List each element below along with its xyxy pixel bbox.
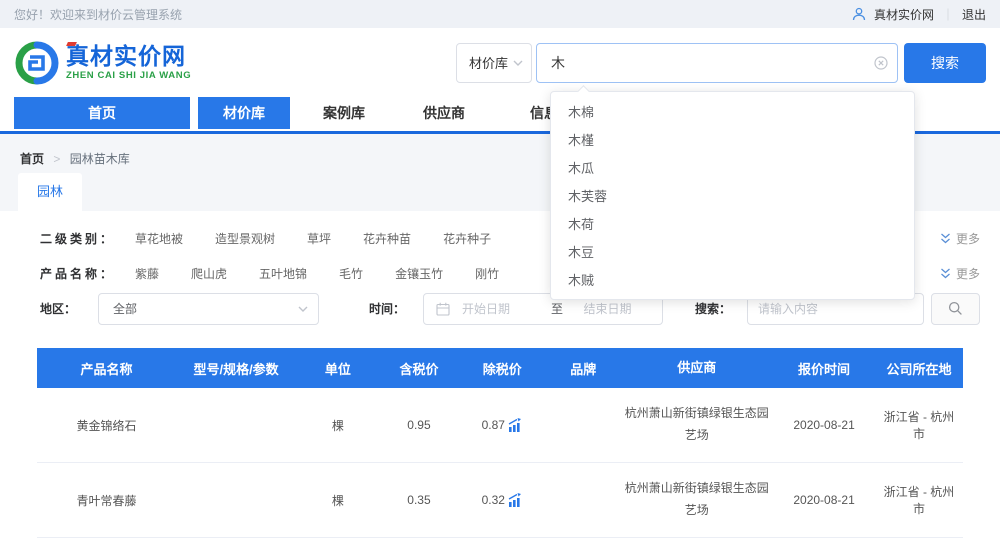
category-option[interactable]: 草花地被 (135, 230, 183, 247)
col-header-price-with-tax: 含税价 (380, 359, 459, 378)
cell-quote-date: 2020-08-21 (773, 493, 875, 507)
header-search-area: 材价库 搜索 (456, 43, 986, 83)
category-filter-label: 二级类别： (40, 230, 135, 247)
product-option[interactable]: 五叶地锦 (259, 265, 307, 282)
col-header-company-location: 公司所在地 (875, 359, 963, 378)
cell-supplier: 杭州萧山新街镇绿银生态园艺场 (620, 478, 773, 521)
suggestion-item[interactable]: 木槿 (551, 127, 914, 155)
clear-input-icon[interactable] (874, 56, 888, 70)
keyword-search-label: 搜索： (695, 300, 731, 317)
table-row[interactable]: 青叶常春藤 棵 0.35 0.32 杭州萧山新街镇绿银生态园艺场 (37, 463, 963, 538)
product-more-button[interactable]: 更多 (940, 265, 980, 282)
logo-subtitle: ZHEN CAI SHI JIA WANG (66, 70, 191, 81)
cell-company-location: 浙江省 - 杭州市 (875, 408, 963, 442)
product-option[interactable]: 紫藤 (135, 265, 159, 282)
suggestion-item[interactable]: 木棉 (551, 99, 914, 127)
logout-link[interactable]: 退出 (962, 6, 986, 23)
suggestion-item[interactable]: 木瓜 (551, 155, 914, 183)
cell-product-name: 青叶常春藤 (37, 492, 176, 509)
topbar: 您好！欢迎来到材价云管理系统 真材实价网 ｜ 退出 (0, 0, 1000, 28)
logo-mark-icon (14, 40, 60, 86)
header: 真材实价网 ZHEN CAI SHI JIA WANG 材价库 搜索 (0, 28, 1000, 97)
suggestion-item[interactable]: 木荷 (551, 211, 914, 239)
nav-item-case-library[interactable]: 案例库 (298, 97, 390, 129)
region-value: 全部 (113, 300, 137, 317)
tab-garden[interactable]: 园林 (18, 173, 82, 211)
col-header-price-without-tax: 除税价 (458, 359, 546, 378)
search-button[interactable]: 搜索 (904, 43, 986, 83)
table-row[interactable]: 黄金锦络石 棵 0.95 0.87 杭州萧山新街镇绿银生态园艺场 (37, 388, 963, 463)
breadcrumb-separator: > (53, 152, 60, 166)
calendar-icon (436, 302, 450, 316)
keyword-search-button[interactable] (931, 293, 980, 325)
search-category-select[interactable]: 材价库 (456, 43, 532, 83)
cell-price-without-tax: 0.87 (458, 418, 546, 433)
cell-quote-date: 2020-08-21 (773, 418, 875, 432)
suggestion-item[interactable]: 木芙蓉 (551, 183, 914, 211)
region-label: 地区： (40, 300, 76, 317)
nav-item-price-library[interactable]: 材价库 (198, 97, 290, 129)
price-trend-icon[interactable] (508, 418, 523, 433)
logo-title: 真材实价网 (66, 45, 191, 68)
time-label: 时间： (369, 300, 405, 317)
product-filter-label: 产品名称： (40, 265, 135, 282)
product-option[interactable]: 刚竹 (475, 265, 499, 282)
logo-text: 真材实价网 ZHEN CAI SHI JIA WANG (66, 45, 191, 81)
site-home-link[interactable]: 真材实价网 (874, 6, 934, 23)
topbar-divider: ｜ (942, 6, 954, 23)
cell-price-without-tax: 0.32 (458, 493, 546, 508)
col-header-unit: 单位 (296, 359, 379, 378)
product-option[interactable]: 爬山虎 (191, 265, 227, 282)
search-input-wrap (536, 43, 898, 83)
col-header-brand: 品牌 (546, 359, 620, 378)
cell-price-with-tax: 0.35 (380, 493, 459, 507)
col-header-quote-date: 报价时间 (773, 359, 875, 378)
double-chevron-down-icon (940, 268, 951, 279)
cell-company-location: 浙江省 - 杭州市 (875, 483, 963, 517)
cell-unit: 棵 (296, 492, 379, 509)
chevron-down-icon (513, 60, 523, 66)
product-option[interactable]: 毛竹 (339, 265, 363, 282)
breadcrumb-current: 园林苗木库 (70, 152, 130, 166)
magnifier-icon (948, 301, 963, 316)
product-option[interactable]: 金镶玉竹 (395, 265, 443, 282)
col-header-supplier: 供应商 (620, 356, 773, 379)
topbar-user-area: 真材实价网 ｜ 退出 (852, 6, 986, 23)
user-icon (852, 7, 866, 21)
category-option[interactable]: 花卉种子 (443, 230, 491, 247)
col-header-spec: 型号/规格/参数 (176, 359, 296, 378)
nav-item-suppliers[interactable]: 供应商 (398, 97, 490, 129)
start-date-input[interactable]: 开始日期 (450, 300, 551, 317)
logo-red-accent (66, 42, 77, 46)
price-trend-icon[interactable] (508, 493, 523, 508)
cell-unit: 棵 (296, 417, 379, 434)
breadcrumb-home[interactable]: 首页 (20, 152, 44, 166)
category-option[interactable]: 造型景观树 (215, 230, 275, 247)
end-date-input[interactable]: 结束日期 (563, 300, 652, 317)
search-input[interactable] (536, 43, 898, 83)
search-suggestions-dropdown: 木棉 木槿 木瓜 木芙蓉 木荷 木豆 木贼 (550, 91, 915, 300)
welcome-text: 您好！欢迎来到材价云管理系统 (14, 6, 182, 23)
category-option[interactable]: 花卉种苗 (363, 230, 411, 247)
category-option[interactable]: 草坪 (307, 230, 331, 247)
suggestion-item[interactable]: 木贼 (551, 267, 914, 295)
region-select[interactable]: 全部 (98, 293, 319, 325)
cell-product-name: 黄金锦络石 (37, 417, 176, 434)
col-header-product-name: 产品名称 (37, 359, 176, 378)
category-more-button[interactable]: 更多 (940, 230, 980, 247)
chevron-down-icon (298, 306, 308, 312)
table-header-row: 产品名称 型号/规格/参数 单位 含税价 除税价 品牌 供应商 报价时间 公司所… (37, 348, 963, 388)
suggestion-item[interactable]: 木豆 (551, 239, 914, 267)
date-range-separator: 至 (551, 300, 563, 317)
price-table: 产品名称 型号/规格/参数 单位 含税价 除税价 品牌 供应商 报价时间 公司所… (37, 348, 963, 538)
cell-supplier: 杭州萧山新街镇绿银生态园艺场 (620, 403, 773, 446)
search-category-value: 材价库 (469, 53, 508, 72)
logo[interactable]: 真材实价网 ZHEN CAI SHI JIA WANG (14, 40, 191, 86)
nav-item-home[interactable]: 首页 (14, 97, 190, 129)
cell-price-with-tax: 0.95 (380, 418, 459, 432)
double-chevron-down-icon (940, 233, 951, 244)
